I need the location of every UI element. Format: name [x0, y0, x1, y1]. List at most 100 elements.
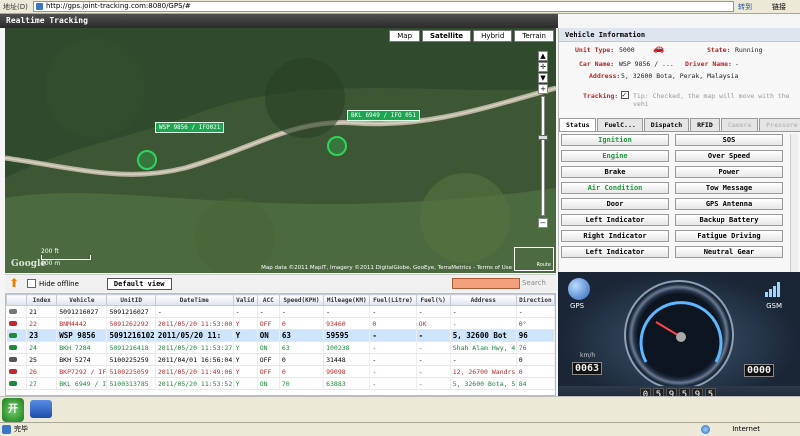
- status-indicator: Door: [561, 198, 669, 210]
- col-header-mileage[interactable]: Mileage(KM): [323, 294, 371, 306]
- map-type-satellite[interactable]: Satellite: [422, 30, 472, 42]
- table-row[interactable]: 21 5091216027 5091216027- - - - - - - - -: [6, 305, 555, 318]
- status-indicator: SOS: [675, 134, 783, 146]
- col-header-acc[interactable]: ACC: [256, 294, 280, 306]
- col-header-datetime[interactable]: DateTime: [154, 294, 234, 306]
- tab[interactable]: Dispatch: [643, 118, 690, 131]
- go-button[interactable]: 转到: [738, 2, 772, 12]
- table-cell: 5100225059: [106, 365, 156, 378]
- table-cell: 5100225259: [106, 353, 156, 366]
- table-row[interactable]: 25 BKH 5274 5100225259 2011/04/01 16:56:04 Y…: [6, 353, 555, 366]
- internet-zone-icon: [701, 425, 710, 434]
- scale-top: 200 ft: [41, 248, 59, 255]
- table-row[interactable]: 23 WSP 9856 5091216102 2011/05/20 11: Y ON 63 5…: [6, 329, 555, 342]
- col-header-fuel-pct[interactable]: Fuel(%): [415, 294, 451, 306]
- table-cell: -: [416, 329, 451, 342]
- col-header-unitid[interactable]: UnitID: [106, 294, 156, 306]
- col-header-speed[interactable]: Speed(KPH): [278, 294, 325, 306]
- car-icon: [8, 356, 17, 362]
- app-taskbar-icon[interactable]: [30, 400, 52, 418]
- row-car-cell: [6, 377, 28, 390]
- map-vehicle-marker[interactable]: [327, 136, 347, 156]
- zoom-slider[interactable]: [538, 96, 548, 216]
- car-name-value: WSP 9856 / ...: [619, 60, 674, 68]
- pan-up-icon[interactable]: ▲: [538, 51, 548, 61]
- map-type-map[interactable]: Map: [389, 30, 421, 42]
- col-header-direction[interactable]: Direction: [515, 294, 555, 306]
- zoom-out-icon[interactable]: −: [538, 218, 548, 228]
- map-overview[interactable]: Route: [514, 247, 554, 271]
- car-icon: [8, 344, 17, 350]
- table-cell: 0: [369, 317, 417, 330]
- default-view-button[interactable]: Default view: [106, 277, 172, 290]
- table-cell: -: [416, 365, 451, 378]
- col-header-vehicle[interactable]: Vehicle: [56, 294, 108, 306]
- pan-center-icon[interactable]: ✛: [538, 62, 548, 72]
- col-header-valid[interactable]: Valid: [232, 294, 258, 306]
- table-row[interactable]: 26 BKP7292 / IF 5100225059 2011/05/20 11:49…: [6, 365, 555, 378]
- table-cell: 0: [516, 353, 555, 366]
- url-text: http://gps.joint-tracking.com:8080/GPS/#: [46, 2, 191, 10]
- table-cell: -: [233, 305, 258, 318]
- status-indicator: Engine: [561, 150, 669, 162]
- car-name-key: Car Name:: [579, 60, 615, 68]
- table-cell: 99098: [323, 365, 371, 378]
- status-scrollbar[interactable]: [790, 134, 798, 274]
- search-input[interactable]: [452, 278, 520, 289]
- table-row[interactable]: 27 BKL 6949 / I 5100313785 2011/05/20 11:53…: [6, 377, 555, 390]
- tab[interactable]: Status: [559, 118, 597, 131]
- map-scale: 200 ft 100 m: [41, 248, 91, 267]
- url-input[interactable]: http://gps.joint-tracking.com:8080/GPS/#: [33, 1, 734, 12]
- map-vehicle-marker[interactable]: [137, 150, 157, 170]
- tab[interactable]: Camera: [720, 118, 759, 131]
- hide-offline-label: Hide offline: [39, 279, 79, 288]
- rpm-readout: 0000: [744, 364, 775, 377]
- table-cell: -: [257, 305, 280, 318]
- table-row[interactable]: 24 BKH 7284 5091216418 2011/05/20 11:53:27 Y…: [6, 341, 555, 354]
- table-cell: Y: [233, 317, 258, 330]
- status-indicator: Over Speed: [675, 150, 783, 162]
- table-cell: -: [369, 329, 417, 342]
- tab[interactable]: Pressure: [759, 118, 800, 131]
- table-cell: BKP7292 / IF: [56, 365, 108, 378]
- table-cell: Shah Alam Hwy, 4: [450, 341, 517, 354]
- col-header[interactable]: [6, 294, 28, 306]
- map-vehicle-label[interactable]: WSP 9856 / IFO021: [155, 122, 225, 133]
- search-button[interactable]: Search: [522, 279, 546, 287]
- tracking-checkbox[interactable]: ✓: [621, 91, 629, 99]
- table-cell: -: [516, 305, 555, 318]
- table-row[interactable]: 22 BNM4442 5091262292 2011/05/20 11:53:00 Y O…: [6, 317, 555, 330]
- zoom-slider-knob[interactable]: [538, 135, 548, 140]
- table-cell: 22: [26, 317, 58, 330]
- tab[interactable]: FuelC...: [597, 118, 643, 131]
- speed-readout: 0063: [572, 362, 603, 375]
- col-header-address[interactable]: Address: [449, 294, 517, 306]
- status-indicator: Backup Battery: [675, 214, 783, 226]
- map-vehicle-label[interactable]: BKL 6949 / IFO 051: [347, 110, 421, 121]
- map-view[interactable]: Map Satellite Hybrid Terrain ▲ ✛ ▼ + − W…: [5, 28, 556, 273]
- collapse-arrow-icon[interactable]: ⬆: [9, 277, 21, 290]
- status-indicator: Left Indicator: [561, 214, 669, 226]
- col-header-index[interactable]: Index: [26, 294, 58, 306]
- page-icon: [36, 3, 43, 10]
- map-type-terrain[interactable]: Terrain: [514, 30, 554, 42]
- grid-header-row: Index Vehicle UnitID DateTime Valid ACC …: [6, 294, 555, 306]
- hide-offline-checkbox[interactable]: [27, 279, 36, 288]
- row-car-cell: [6, 317, 28, 330]
- unit-type-key: Unit Type:: [575, 46, 615, 54]
- start-button[interactable]: 开: [2, 398, 24, 422]
- row-car-cell: [6, 353, 28, 366]
- table-cell: 0: [279, 353, 325, 366]
- col-header-fuel-litre[interactable]: Fuel(Litre): [369, 294, 417, 306]
- pan-down-icon[interactable]: ▼: [538, 73, 548, 83]
- car-icon: [8, 320, 17, 326]
- map-type-hybrid[interactable]: Hybrid: [473, 30, 513, 42]
- table-cell: 2011/05/20 11:53:00: [155, 317, 234, 330]
- tab[interactable]: RFID: [690, 118, 720, 131]
- browser-address-bar: 地址(D) http://gps.joint-tracking.com:8080…: [0, 0, 800, 14]
- table-cell: -: [416, 377, 451, 390]
- links-button[interactable]: 链接: [772, 2, 800, 12]
- zoom-in-icon[interactable]: +: [538, 84, 548, 94]
- table-cell: BNM4442: [56, 317, 108, 330]
- address-value: 5, 32600 Bota, Perak, Malaysia: [621, 72, 739, 80]
